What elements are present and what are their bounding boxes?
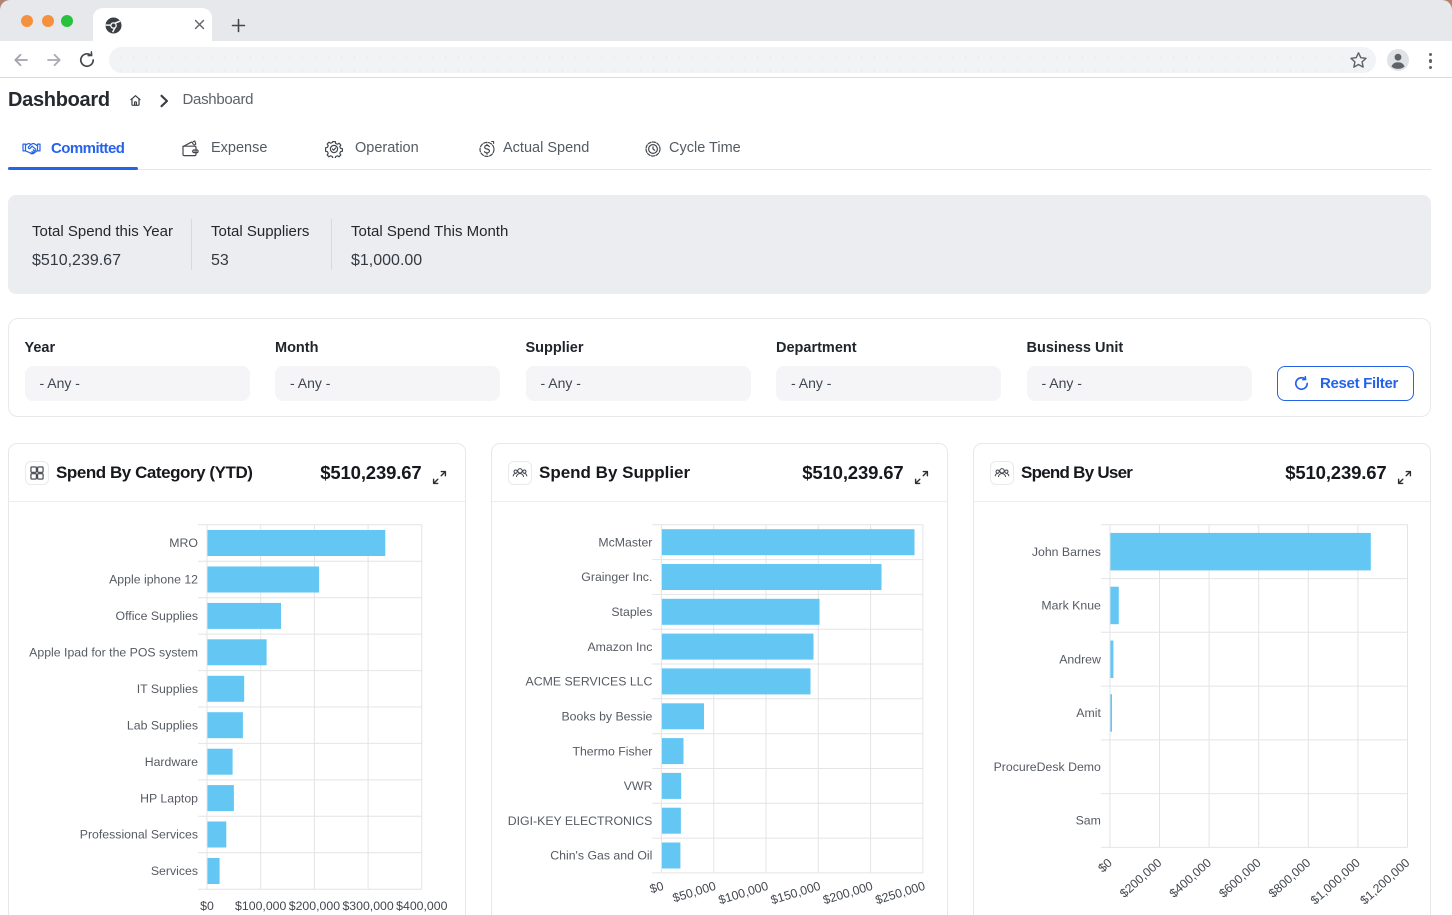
svg-text:IT Supplies: IT Supplies — [137, 682, 198, 696]
svg-text:$0: $0 — [200, 899, 214, 913]
svg-text:$1,000,000: $1,000,000 — [1308, 856, 1363, 908]
svg-text:Chin's Gas and Oil: Chin's Gas and Oil — [550, 849, 652, 863]
svg-text:John Barnes: John Barnes — [1032, 545, 1101, 559]
svg-text:Mark Knue: Mark Knue — [1041, 599, 1101, 613]
svg-text:Hardware: Hardware — [145, 755, 198, 769]
svg-text:MRO: MRO — [169, 536, 198, 550]
svg-text:VWR: VWR — [624, 779, 653, 793]
svg-text:Sam: Sam — [1076, 814, 1101, 828]
svg-text:$0: $0 — [1095, 856, 1115, 876]
svg-text:DIGI-KEY ELECTRONICS: DIGI-KEY ELECTRONICS — [508, 814, 653, 828]
svg-text:Amazon Inc: Amazon Inc — [587, 640, 652, 654]
svg-text:$300,000: $300,000 — [342, 899, 393, 913]
svg-text:$600,000: $600,000 — [1216, 856, 1264, 901]
svg-text:$100,000: $100,000 — [717, 879, 770, 907]
svg-text:Thermo Fisher: Thermo Fisher — [572, 744, 652, 758]
svg-text:ProcureDesk Demo: ProcureDesk Demo — [994, 760, 1101, 774]
svg-text:$400,000: $400,000 — [1167, 856, 1215, 901]
svg-text:McMaster: McMaster — [598, 535, 652, 549]
svg-text:HP Laptop: HP Laptop — [140, 791, 198, 805]
svg-text:$800,000: $800,000 — [1266, 856, 1314, 901]
svg-text:Services: Services — [151, 864, 198, 878]
svg-text:ACME SERVICES LLC: ACME SERVICES LLC — [526, 675, 653, 689]
svg-text:$200,000: $200,000 — [1117, 856, 1165, 901]
svg-text:$200,000: $200,000 — [289, 899, 340, 913]
svg-text:Amit: Amit — [1076, 706, 1101, 720]
svg-text:$250,000: $250,000 — [874, 879, 927, 907]
svg-text:$100,000: $100,000 — [235, 899, 286, 913]
svg-text:Apple Ipad for the POS system: Apple Ipad for the POS system — [29, 646, 198, 660]
svg-text:$150,000: $150,000 — [769, 879, 822, 907]
svg-text:$400,000: $400,000 — [396, 899, 447, 913]
svg-text:Staples: Staples — [611, 605, 652, 619]
svg-text:Grainger Inc.: Grainger Inc. — [581, 570, 652, 584]
svg-text:Books by Bessie: Books by Bessie — [561, 710, 652, 724]
svg-text:Lab Supplies: Lab Supplies — [127, 718, 198, 732]
svg-text:Professional Services: Professional Services — [80, 828, 198, 842]
svg-text:$200,000: $200,000 — [821, 879, 874, 907]
svg-text:Andrew: Andrew — [1059, 652, 1101, 666]
svg-text:$0: $0 — [648, 879, 665, 896]
svg-text:$50,000: $50,000 — [671, 879, 718, 905]
svg-text:Apple iphone 12: Apple iphone 12 — [109, 573, 198, 587]
svg-text:$1,200,000: $1,200,000 — [1357, 856, 1412, 908]
svg-text:Office Supplies: Office Supplies — [116, 609, 198, 623]
